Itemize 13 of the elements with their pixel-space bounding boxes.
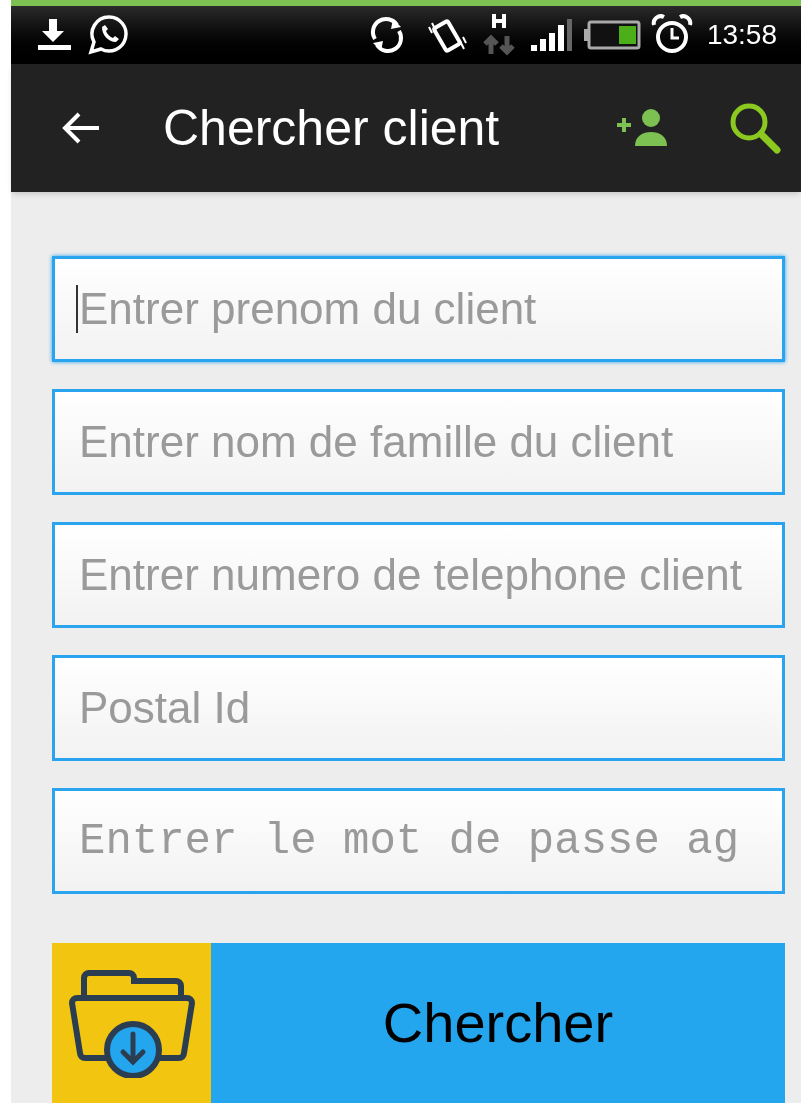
- input-field[interactable]: Entrer le mot de passe ag: [52, 788, 785, 894]
- text-cursor: [76, 285, 78, 333]
- input-field[interactable]: Entrer prenom du client: [52, 256, 785, 362]
- input-field[interactable]: Entrer nom de famille du client: [52, 389, 785, 495]
- signal-icon: [528, 17, 575, 53]
- toolbar-title: Chercher client: [163, 98, 500, 158]
- input-field[interactable]: Entrer numero de telephone client: [52, 522, 785, 628]
- search-submit-button[interactable]: Chercher: [52, 943, 785, 1103]
- status-time: 13:58: [706, 18, 777, 52]
- folder-download-icon: [66, 968, 197, 1078]
- battery-icon: [582, 19, 641, 51]
- input-field[interactable]: Postal Id: [52, 655, 785, 761]
- chat-bubble-icon: [87, 13, 131, 57]
